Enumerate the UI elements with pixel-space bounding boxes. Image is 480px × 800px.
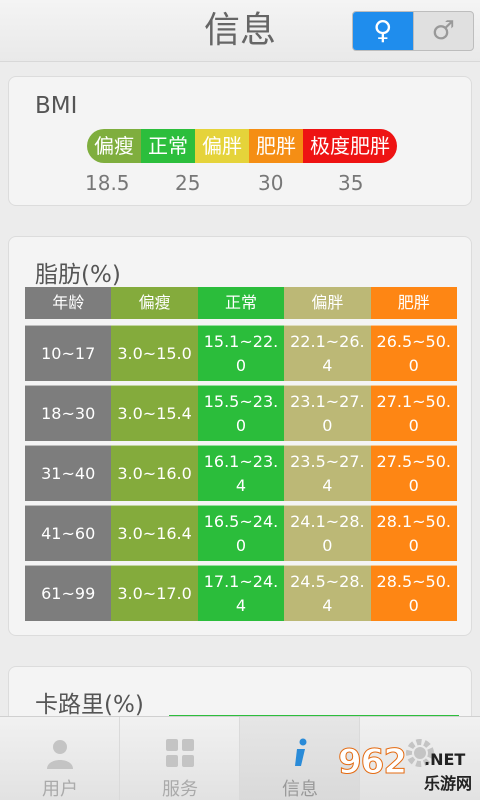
table-row: 61~99 3.0~17.0 17.1~24.4 24.5~28.4 28.5~… [25,565,457,621]
fat-header-underweight: 偏瘦 [111,287,198,319]
bmi-tick: 35 [338,171,364,195]
bmi-seg-underweight: 偏瘦 [87,129,141,163]
table-cell: 15.1~22.0 [197,325,285,381]
table-cell: 15.5~23.0 [197,385,285,441]
female-button[interactable]: ♀ [353,12,414,50]
fat-table: 年龄 偏瘦 正常 偏胖 肥胖 10~17 3.0~15.0 15.1~22.0 … [25,287,457,621]
user-icon [47,740,73,769]
table-cell: 24.5~28.4 [284,565,371,621]
table-cell: 61~99 [25,565,112,621]
fat-header-obese: 肥胖 [370,287,457,319]
nav-label-service: 服务 [162,779,198,800]
table-row: 10~17 3.0~15.0 15.1~22.0 22.1~26.4 26.5~… [25,325,457,381]
bmi-seg-extreme-obese: 极度肥胖 [303,129,397,163]
table-cell: 18~30 [25,385,112,441]
table-cell: 28.5~50.0 [370,565,457,621]
table-cell: 24.1~28.0 [284,505,371,561]
watermark-logo: 962 [338,742,408,783]
table-cell: 23.5~27.4 [284,445,371,501]
table-cell: 3.0~15.4 [111,385,198,441]
table-cell: 10~17 [25,325,112,381]
table-cell: 3.0~16.4 [111,505,198,561]
table-cell: 26.5~50.0 [370,325,457,381]
table-cell: 16.1~23.4 [197,445,285,501]
fat-table-header: 年龄 偏瘦 正常 偏胖 肥胖 [25,287,457,319]
male-button[interactable]: ♂ [414,12,474,50]
table-row: 18~30 3.0~15.4 15.5~23.0 23.1~27.0 27.1~… [25,385,457,441]
female-icon: ♀ [373,16,393,46]
calorie-title: 卡路里(%) [35,692,144,718]
table-cell: 16.5~24.0 [197,505,285,561]
table-cell: 3.0~17.0 [111,565,198,621]
nav-label-user: 用户 [42,779,78,800]
gender-toggle[interactable]: ♀ ♂ [352,11,474,51]
bmi-title: BMI [35,93,78,119]
grid-icon [166,739,194,767]
table-cell: 3.0~15.0 [111,325,198,381]
bmi-seg-obese: 肥胖 [249,129,303,163]
bmi-tick: 30 [258,171,284,195]
fat-card: 脂肪(%) 年龄 偏瘦 正常 偏胖 肥胖 10~17 3.0~15.0 15.1… [8,236,472,636]
nav-item-user[interactable]: 用户 [0,717,120,800]
bmi-scale: 偏瘦 正常 偏胖 肥胖 极度肥胖 [87,129,397,163]
table-cell: 28.1~50.0 [370,505,457,561]
table-row: 41~60 3.0~16.4 16.5~24.0 24.1~28.0 28.1~… [25,505,457,561]
bmi-ticks: 18.5 25 30 35 [9,171,473,197]
bmi-seg-normal: 正常 [141,129,195,163]
fat-header-overweight: 偏胖 [284,287,371,319]
nav-item-service[interactable]: 服务 [120,717,240,800]
info-icon [295,738,307,766]
table-cell: 22.1~26.4 [284,325,371,381]
male-icon: ♂ [431,16,455,46]
table-cell: 17.1~24.4 [197,565,285,621]
table-row: 31~40 3.0~16.0 16.1~23.4 23.5~27.4 27.5~… [25,445,457,501]
watermark-net: .NET [424,750,466,769]
site-watermark: 962 .NET 乐游网 [338,742,478,798]
header-bar: 信息 ♀ ♂ [0,0,480,62]
table-cell: 27.1~50.0 [370,385,457,441]
fat-header-normal: 正常 [197,287,285,319]
table-cell: 3.0~16.0 [111,445,198,501]
bmi-tick: 25 [175,171,201,195]
fat-title: 脂肪(%) [35,262,121,288]
table-cell: 23.1~27.0 [284,385,371,441]
watermark-cn: 乐游网 [424,774,473,793]
table-cell: 27.5~50.0 [370,445,457,501]
bmi-card: BMI 偏瘦 正常 偏胖 肥胖 极度肥胖 18.5 25 30 35 [8,76,472,206]
fat-header-age: 年龄 [25,287,112,319]
table-cell: 41~60 [25,505,112,561]
table-cell: 31~40 [25,445,112,501]
bmi-tick: 18.5 [85,171,130,195]
bmi-seg-overweight: 偏胖 [195,129,249,163]
